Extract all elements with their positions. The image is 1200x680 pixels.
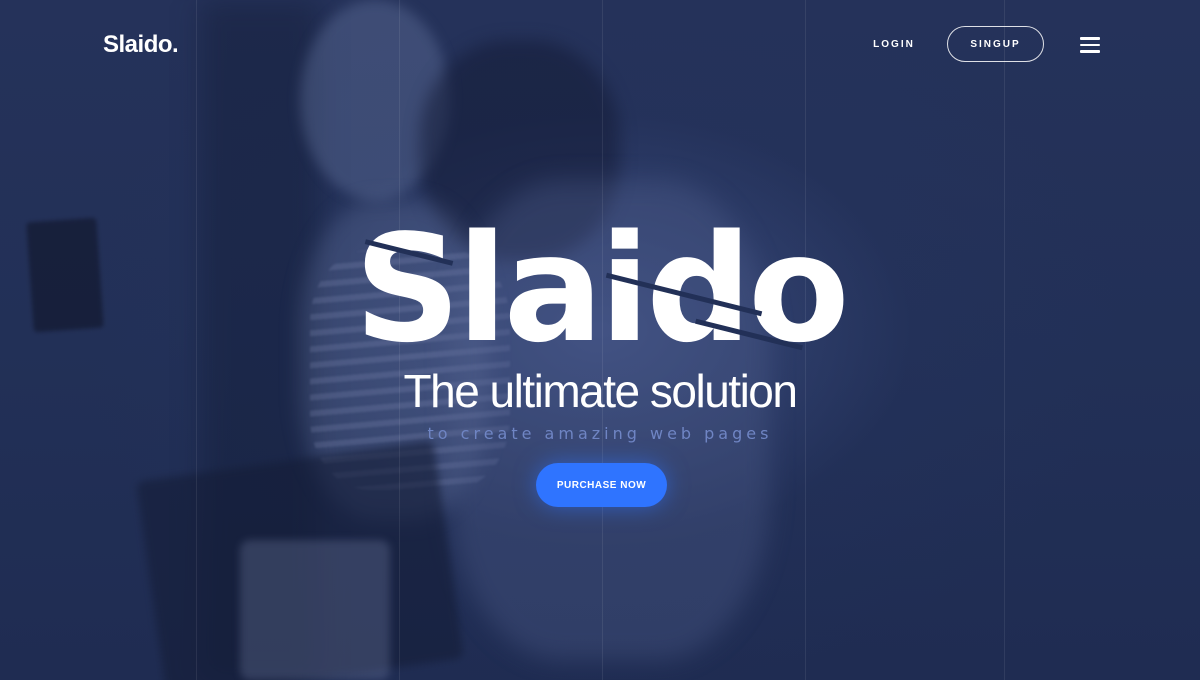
hamburger-menu-icon[interactable] [1080,37,1100,53]
login-link[interactable]: LOGIN [866,39,922,50]
purchase-now-label: PURCHASE NOW [556,479,647,491]
hero-title-text: Slaido [354,203,850,375]
hero-title: Slaido [0,214,1200,364]
hero-tagline: to create amazing web pages [427,424,773,443]
logo[interactable]: Slaido. [103,31,179,59]
signup-button-label: SINGUP [970,38,1021,50]
signup-button[interactable]: SINGUP [947,26,1044,62]
purchase-now-button[interactable]: PURCHASE NOW [536,463,667,507]
hero-subtitle: The ultimate solution [403,365,798,417]
landing-page: Slaido. LOGIN SINGUP Slaido The ultimate… [0,0,1200,680]
